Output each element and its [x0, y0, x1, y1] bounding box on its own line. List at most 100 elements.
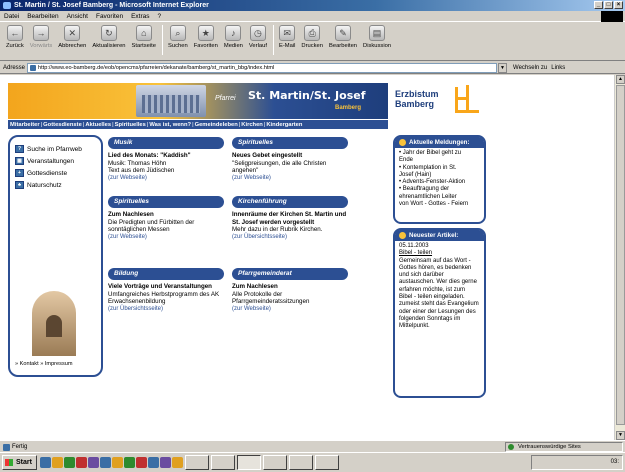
sidebar-item-nature[interactable]: ♣ Naturschutz	[15, 181, 62, 189]
news-item[interactable]: • Beauftragung der	[399, 186, 480, 193]
back-button[interactable]: ← Zurück	[6, 25, 24, 49]
nav-kindergarten[interactable]: Kindergarten	[266, 122, 302, 128]
news-item[interactable]: Ende	[399, 157, 480, 164]
vertical-scrollbar[interactable]: ▲ ▼	[614, 75, 625, 440]
nav-was-ist-wenn[interactable]: Was ist, wenn?	[149, 122, 191, 128]
refresh-icon: ↻	[100, 25, 117, 41]
menu-tools[interactable]: Extras	[131, 13, 149, 20]
scroll-up-button[interactable]: ▲	[616, 75, 625, 84]
scroll-down-button[interactable]: ▼	[616, 431, 625, 440]
taskbar-button[interactable]	[184, 455, 209, 470]
box-musik-body: Musik: Thomas Höhn Text aus dem Jüdische…	[108, 159, 175, 175]
media-button[interactable]: ♪ Medien	[224, 25, 243, 49]
close-button[interactable]: ×	[614, 1, 623, 9]
app-launch-icon[interactable]	[147, 457, 159, 468]
box-pfarrgemeinderat-link[interactable]: (zur Webseite)	[232, 306, 348, 314]
news-item[interactable]: von Wort - Gottes - Feiern	[399, 201, 480, 208]
forward-button[interactable]: → Vorwärts	[29, 25, 53, 49]
taskbar-button[interactable]	[288, 455, 313, 470]
stop-button[interactable]: ✕ Abbrechen	[58, 25, 86, 49]
window-title-bar[interactable]: St. Martin / St. Josef Bamberg - Microso…	[0, 0, 625, 11]
maximize-button[interactable]: □	[604, 1, 613, 9]
app-launch-icon[interactable]	[99, 457, 111, 468]
taskbar-button[interactable]	[314, 455, 339, 470]
app-launch-icon[interactable]	[123, 457, 135, 468]
nav-mitarbeiter[interactable]: Mitarbeiter	[10, 122, 40, 128]
news-header: Aktuelle Meldungen:	[395, 137, 484, 148]
sidebar-item-services[interactable]: + Gottesdienste	[15, 169, 67, 177]
nav-gemeindeleben[interactable]: Gemeindeleben	[195, 122, 238, 128]
start-button[interactable]: Start	[2, 455, 37, 470]
print-button[interactable]: ⎙ Drucken	[301, 25, 323, 49]
menu-edit[interactable]: Bearbeiten	[27, 13, 58, 20]
app-launch-icon[interactable]	[111, 457, 123, 468]
ie-launch-icon[interactable]	[39, 457, 51, 468]
folder-launch-icon[interactable]	[51, 457, 63, 468]
logo-line2: Bamberg	[395, 99, 435, 109]
box-musik-header: Musik	[108, 137, 224, 149]
article-text: Gemeinsam auf das Wort - Gottes hören, e…	[399, 257, 479, 330]
box-spirituelles-2-header: Spirituelles	[108, 196, 224, 208]
minimize-button[interactable]: _	[594, 1, 603, 9]
box-spirituelles-1-link[interactable]: (zur Webseite)	[232, 175, 348, 183]
box-pfarrgemeinderat-body: Alle Protokolle der Pfarrgemeinderatssit…	[232, 290, 310, 306]
box-spirituelles-2: Spirituelles Zum Nachlesen Die Predigten…	[108, 196, 224, 241]
app-launch-icon[interactable]	[159, 457, 171, 468]
app-launch-icon[interactable]	[135, 457, 147, 468]
go-button[interactable]: Wechseln zu	[513, 65, 547, 71]
address-input[interactable]: http://www.eo-bamberg.de/eob/opencms/pfa…	[27, 62, 498, 73]
taskbar-button-active[interactable]	[236, 455, 261, 470]
app-launch-icon[interactable]	[75, 457, 87, 468]
article-title-link[interactable]: Bibel - teilen	[399, 250, 432, 256]
address-dropdown-button[interactable]: ▼	[498, 62, 508, 73]
news-item[interactable]: • Kontemplation in St.	[399, 165, 480, 172]
search-button[interactable]: ⌕ Suchen	[168, 25, 188, 49]
scroll-thumb[interactable]	[616, 85, 625, 425]
app-launch-icon[interactable]	[63, 457, 75, 468]
sidebar-item-events[interactable]: ▦ Veranstaltungen	[15, 157, 74, 165]
nav-spirituelles[interactable]: Spirituelles	[115, 122, 146, 128]
mail-label: E-Mail	[278, 43, 296, 49]
erzbistum-logo[interactable]: Erzbistum Bamberg	[393, 83, 486, 119]
discuss-button[interactable]: ▤ Diskussion	[363, 25, 391, 49]
news-item[interactable]: Josef (Hain)	[399, 172, 480, 179]
box-spirituelles-2-link[interactable]: (zur Webseite)	[108, 234, 224, 242]
history-button[interactable]: ◷ Verlauf	[249, 25, 267, 49]
app-launch-icon[interactable]	[87, 457, 99, 468]
menu-help[interactable]: ?	[158, 13, 162, 20]
home-button[interactable]: ⌂ Startseite	[132, 25, 156, 49]
taskbar-button[interactable]	[262, 455, 287, 470]
clock[interactable]: 03:	[611, 459, 619, 465]
news-item[interactable]: • Advents-Fenster-Aktion	[399, 179, 480, 186]
nav-gottesdienste[interactable]: Gottesdienste	[43, 122, 82, 128]
printer-icon: ⎙	[304, 25, 321, 41]
app-launch-icon[interactable]	[171, 457, 183, 468]
menu-view[interactable]: Ansicht	[67, 13, 88, 20]
menu-file[interactable]: Datei	[4, 13, 19, 20]
box-bildung-link[interactable]: (zur Übersichtsseite)	[108, 306, 224, 314]
edit-button[interactable]: ✎ Bearbeiten	[329, 25, 357, 49]
nav-kirchen[interactable]: Kirchen	[241, 122, 263, 128]
favorites-button[interactable]: ★ Favoriten	[194, 25, 218, 49]
links-button[interactable]: Links	[551, 65, 565, 71]
box-bildung-title: Viele Vorträge und Veranstaltungen	[108, 283, 212, 290]
contact-imprint-link[interactable]: » Kontakt » Impressum	[15, 361, 73, 367]
stop-icon: ✕	[64, 25, 81, 41]
taskbar-button[interactable]	[210, 455, 235, 470]
news-item[interactable]: • Jahr der Bibel geht zu	[399, 150, 480, 157]
news-item[interactable]: ehrenamtlichen Leiter	[399, 194, 480, 201]
sidebar-item-search[interactable]: ? Suche im Pfarrweb	[15, 145, 82, 153]
refresh-button[interactable]: ↻ Aktualisieren	[92, 25, 126, 49]
church-photo	[32, 291, 76, 356]
sidebar-item-label: Naturschutz	[27, 181, 62, 189]
box-kirchenfuehrung-link[interactable]: (zur Übersichtsseite)	[232, 234, 348, 242]
nav-aktuelles[interactable]: Aktuelles	[85, 122, 111, 128]
box-musik-link[interactable]: (zur Webseite)	[108, 175, 224, 183]
mail-button[interactable]: ✉ E-Mail	[279, 25, 295, 49]
quick-launch	[39, 457, 183, 468]
media-icon: ♪	[225, 25, 242, 41]
menu-favorites[interactable]: Favoriten	[96, 13, 123, 20]
box-kirchenfuehrung: Kirchenführung Innenräume der Kirchen St…	[232, 196, 348, 241]
forward-label: Vorwärts	[29, 43, 53, 49]
web-page: Pfarrei St. Martin/St. Josef Bamberg Erz…	[8, 83, 486, 403]
